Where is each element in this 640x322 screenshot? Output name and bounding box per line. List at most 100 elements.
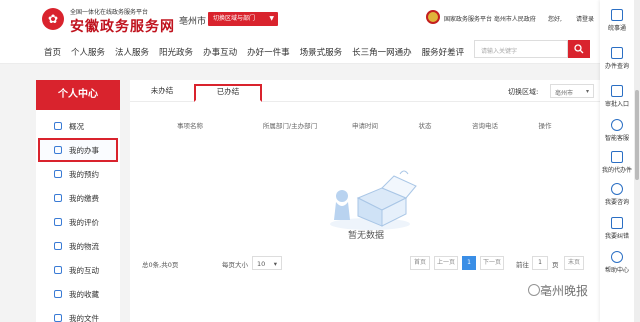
sidebar-item-label: 概况 bbox=[69, 121, 84, 131]
float-item-query[interactable]: 办件查询 bbox=[600, 44, 634, 78]
sidebar-item-my-interactions[interactable]: 我的互动 bbox=[36, 258, 120, 282]
float-item-my-todo[interactable]: 我的代办件 bbox=[600, 148, 634, 182]
prev-page-button[interactable]: 上一页 bbox=[434, 256, 458, 270]
tab-completed[interactable]: 已办结 bbox=[194, 84, 262, 102]
nav-item[interactable]: 首页 bbox=[44, 46, 61, 58]
sidebar-item-label: 我的文件 bbox=[69, 313, 99, 322]
login-icon bbox=[611, 85, 623, 97]
region-select[interactable]: 亳州市 ▾ bbox=[550, 84, 594, 98]
float-item-label: 帮助中心 bbox=[604, 267, 629, 274]
wechat-icon bbox=[528, 284, 540, 296]
goto-suffix: 页 bbox=[552, 261, 559, 269]
login-link[interactable]: 请登录 bbox=[576, 14, 594, 23]
float-item-wanshitong[interactable]: 皖事通 bbox=[600, 6, 634, 40]
switch-region-label: 切换区域与部门 bbox=[213, 15, 256, 22]
sidebar-item-my-payments[interactable]: 我的缴费 bbox=[36, 186, 120, 210]
main-nav: 首页 个人服务 法人服务 阳光政务 办事互动 办好一件事 场景式服务 长三角一网… bbox=[0, 40, 640, 64]
sidebar-item-label: 我的缴费 bbox=[69, 193, 99, 203]
status-tabs: 未办结 已办结 切换区域: 亳州市 ▾ bbox=[130, 80, 602, 102]
float-item-help[interactable]: 帮助中心 bbox=[600, 248, 634, 282]
sidebar-item-my-logistics[interactable]: 我的物流 bbox=[36, 234, 120, 258]
help-icon bbox=[611, 251, 623, 263]
document-search-icon bbox=[611, 47, 623, 59]
nav-items: 首页 个人服务 法人服务 阳光政务 办事互动 办好一件事 场景式服务 长三角一网… bbox=[44, 46, 474, 58]
todo-icon bbox=[611, 151, 623, 163]
sidebar-title: 个人中心 bbox=[36, 80, 120, 110]
float-item-label: 我要纠错 bbox=[604, 233, 629, 240]
chevron-down-icon: ▾ bbox=[585, 88, 589, 95]
sidebar-item-label: 我的评价 bbox=[69, 217, 99, 227]
sidebar-item-label: 我的物流 bbox=[69, 241, 99, 251]
column-header: 申请时间 bbox=[352, 122, 378, 130]
first-page-button[interactable]: 首页 bbox=[410, 256, 430, 270]
nav-item[interactable]: 法人服务 bbox=[115, 46, 149, 58]
nav-item[interactable]: 场景式服务 bbox=[300, 46, 343, 58]
floating-service-bar: 皖事通 办件查询 审批入口 智能客服 我的代办件 我要咨询 我要纠错 帮助中心 bbox=[600, 0, 634, 322]
file-icon bbox=[54, 314, 62, 322]
empty-box-illustration bbox=[330, 170, 417, 230]
phone-icon bbox=[611, 9, 623, 21]
review-icon bbox=[54, 218, 62, 226]
chat-icon bbox=[611, 183, 623, 195]
float-item-label: 皖事通 bbox=[607, 25, 626, 32]
sidebar-item-label: 我的预约 bbox=[69, 169, 99, 179]
nav-item[interactable]: 办事互动 bbox=[203, 46, 237, 58]
column-header: 状态 bbox=[418, 122, 432, 130]
top-header: ✿ 全国一体化在线政务服务平台 安徽政务服务网 亳州市 切换区域与部门 ▼ 国家… bbox=[0, 0, 640, 40]
nav-item[interactable]: 办好一件事 bbox=[247, 46, 290, 58]
sidebar-item-overview[interactable]: 概况 bbox=[36, 114, 120, 138]
per-page-select[interactable]: 10 ▾ bbox=[252, 256, 282, 270]
tab-pending[interactable]: 未办结 bbox=[142, 84, 182, 102]
monitor-icon bbox=[54, 146, 62, 154]
float-item-label: 我要咨询 bbox=[604, 199, 629, 206]
pagination-summary: 总0条,共0页 bbox=[142, 261, 179, 269]
pagination: 总0条,共0页 每页大小 10 ▾ 首页 上一页 1 下一页 前往 1 页 末页 bbox=[130, 256, 602, 272]
scrollbar-thumb[interactable] bbox=[635, 90, 639, 180]
goto-prefix: 前往 bbox=[516, 261, 529, 269]
search-icon bbox=[574, 44, 584, 54]
per-page-label: 每页大小 bbox=[222, 261, 248, 269]
float-item-correction[interactable]: 我要纠错 bbox=[600, 214, 634, 248]
current-page-button[interactable]: 1 bbox=[462, 256, 476, 270]
column-header: 事项名称 bbox=[177, 122, 203, 130]
search-button[interactable] bbox=[568, 40, 590, 58]
list-icon bbox=[54, 122, 62, 130]
sidebar-item-my-files[interactable]: 我的文件 bbox=[36, 306, 120, 322]
site-logo[interactable]: ✿ bbox=[42, 8, 64, 30]
sidebar-item-my-affairs[interactable]: 我的办事 bbox=[38, 138, 118, 162]
float-item-label: 办件查询 bbox=[604, 63, 629, 70]
next-page-button[interactable]: 下一页 bbox=[480, 256, 504, 270]
search-input[interactable]: 请输入关键字 bbox=[474, 40, 568, 58]
nav-item[interactable]: 阳光政务 bbox=[159, 46, 193, 58]
site-subtitle: 全国一体化在线政务服务平台 bbox=[70, 9, 149, 16]
per-page-value: 10 bbox=[257, 260, 266, 268]
site-name[interactable]: 安徽政务服务网 bbox=[70, 16, 175, 36]
sidebar-item-my-favorites[interactable]: 我的收藏 bbox=[36, 282, 120, 306]
platform-link[interactable]: 国家政务服务平台 亳州市人民政府 bbox=[444, 14, 536, 23]
region-label: 切换区域: bbox=[508, 88, 539, 96]
chat-icon bbox=[54, 266, 62, 274]
chevron-down-icon: ▼ bbox=[269, 15, 274, 22]
empty-state-text: 暂无数据 bbox=[347, 231, 384, 241]
column-header: 操作 bbox=[538, 122, 552, 130]
goto-page-input[interactable]: 1 bbox=[532, 256, 548, 270]
nav-item[interactable]: 长三角一网通办 bbox=[352, 46, 412, 58]
sidebar-item-my-appointments[interactable]: 我的预约 bbox=[36, 162, 120, 186]
column-header: 所属部门/主办部门 bbox=[262, 122, 318, 130]
float-item-consult[interactable]: 我要咨询 bbox=[600, 180, 634, 214]
truck-icon bbox=[54, 242, 62, 250]
float-item-label: 智能客服 bbox=[604, 135, 629, 142]
switch-region-button[interactable]: 切换区域与部门 ▼ bbox=[208, 12, 278, 26]
edit-icon bbox=[611, 217, 623, 229]
sidebar-item-my-reviews[interactable]: 我的评价 bbox=[36, 210, 120, 234]
nav-item[interactable]: 个人服务 bbox=[71, 46, 105, 58]
greeting-text: 您好, bbox=[548, 16, 562, 23]
nav-item[interactable]: 服务好差评 bbox=[422, 46, 465, 58]
last-page-button[interactable]: 末页 bbox=[564, 256, 584, 270]
float-item-approval[interactable]: 审批入口 bbox=[600, 82, 634, 116]
robot-icon bbox=[611, 119, 623, 131]
float-item-ai-service[interactable]: 智能客服 bbox=[600, 116, 634, 150]
current-city: 亳州市 bbox=[179, 17, 207, 27]
float-item-label: 我的代办件 bbox=[601, 167, 632, 174]
national-emblem-icon bbox=[426, 10, 440, 24]
